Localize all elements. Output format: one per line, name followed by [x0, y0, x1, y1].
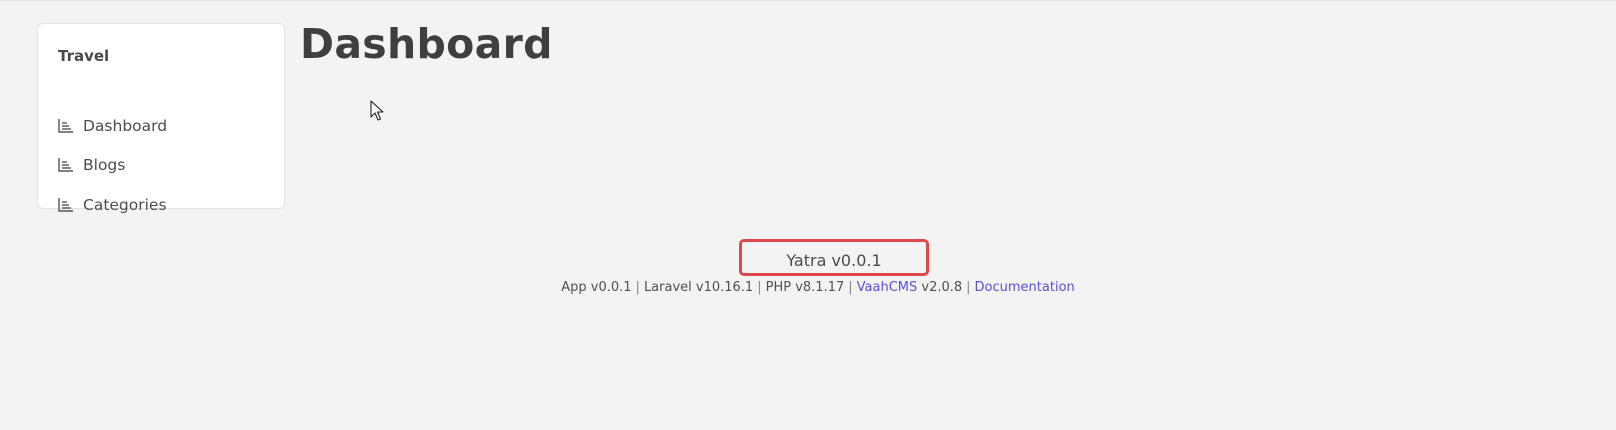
vaahcms-version: v2.0.8: [917, 280, 963, 295]
vaahcms-link[interactable]: VaahCMS: [857, 280, 918, 295]
sidebar-item-blogs[interactable]: Blogs: [57, 154, 125, 176]
separator: |: [635, 280, 640, 295]
documentation-link[interactable]: Documentation: [975, 280, 1075, 295]
chart-icon: [57, 117, 75, 135]
sidebar: Travel Dashboard Blogs Categories: [37, 23, 285, 214]
sidebar-item-dashboard[interactable]: Dashboard: [57, 115, 167, 137]
app-version-title: Yatra v0.0.1: [786, 251, 882, 270]
footer-meta: App v0.0.1 | Laravel v10.16.1 | PHP v8.1.17 |…: [0, 279, 1616, 297]
sidebar-item-categories[interactable]: Categories: [57, 194, 167, 216]
chart-icon: [57, 196, 75, 214]
separator: |: [966, 280, 971, 295]
separator: |: [757, 280, 762, 295]
separator: |: [848, 280, 853, 295]
php-version: PHP v8.1.17: [765, 280, 845, 295]
chart-icon: [57, 156, 75, 174]
sidebar-item-label: Categories: [83, 196, 167, 214]
sidebar-item-label: Dashboard: [83, 117, 168, 135]
laravel-version: Laravel v10.16.1: [643, 280, 754, 295]
sidebar-title: Travel: [58, 47, 110, 65]
app-version: App v0.0.1: [561, 280, 632, 295]
mouse-cursor-icon: [370, 100, 384, 121]
top-divider: [0, 0, 1616, 1]
page-title: Dashboard: [300, 20, 553, 68]
sidebar-item-label: Blogs: [83, 156, 126, 174]
